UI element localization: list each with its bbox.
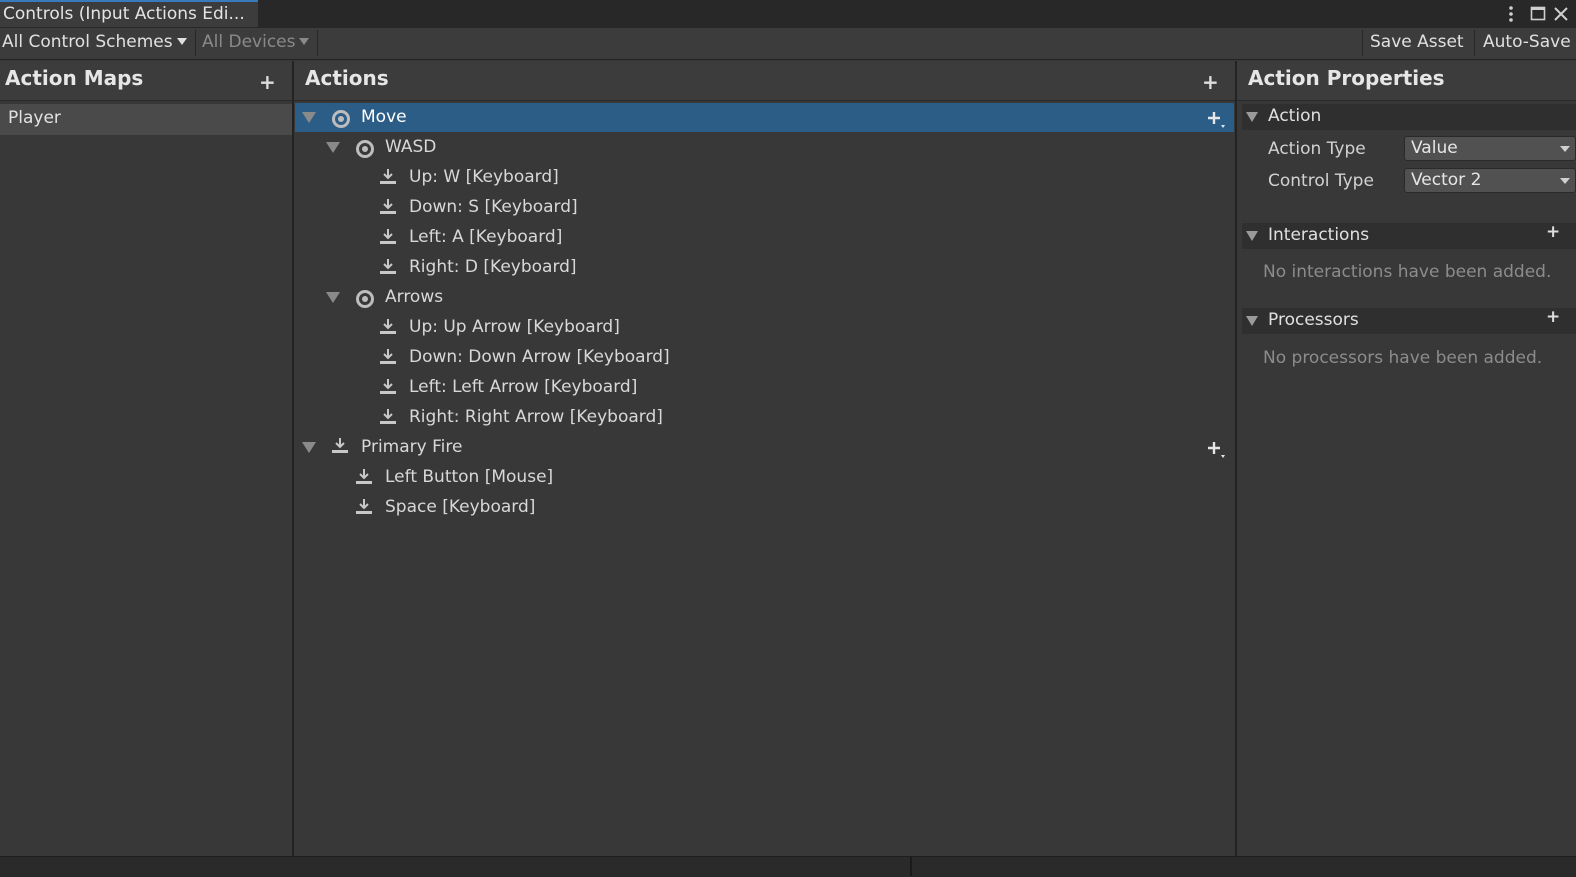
chevron-down-icon bbox=[1560, 146, 1570, 152]
toolbar-divider bbox=[195, 30, 196, 56]
control-type-label: Control Type bbox=[1268, 171, 1374, 191]
add-binding-icon[interactable] bbox=[1207, 109, 1225, 128]
action-maps-title: Action Maps bbox=[5, 66, 144, 90]
devices-label: All Devices bbox=[202, 32, 296, 52]
binding-icon bbox=[380, 319, 396, 334]
actions-header bbox=[294, 61, 1235, 101]
tree-row-label: Space [Keyboard] bbox=[385, 497, 536, 517]
maximize-icon[interactable] bbox=[1529, 3, 1547, 25]
tree-row-label: Left: A [Keyboard] bbox=[409, 227, 563, 247]
kebab-menu-icon[interactable] bbox=[1503, 3, 1519, 25]
processors-empty-message: No processors have been added. bbox=[1263, 348, 1543, 368]
binding-icon bbox=[380, 349, 396, 364]
tree-row-binding[interactable]: Left Button [Mouse] bbox=[295, 462, 1234, 492]
save-asset-button[interactable]: Save Asset bbox=[1370, 28, 1464, 57]
action-type-value: Value bbox=[1411, 138, 1458, 158]
expand-triangle-icon[interactable] bbox=[302, 442, 316, 453]
tree-row-label: Left: Left Arrow [Keyboard] bbox=[409, 377, 638, 397]
toolbar-divider bbox=[317, 30, 318, 56]
panel-divider bbox=[1235, 61, 1237, 856]
binding-icon bbox=[356, 499, 372, 514]
add-action-map-button[interactable]: + bbox=[259, 70, 276, 94]
tree-row-binding[interactable]: Up: Up Arrow [Keyboard] bbox=[295, 312, 1234, 342]
tree-row-binding[interactable]: Left: Left Arrow [Keyboard] bbox=[295, 372, 1234, 402]
control-scheme-label: All Control Schemes bbox=[2, 32, 173, 52]
window-tab[interactable]: Controls (Input Actions Edi... bbox=[0, 0, 258, 27]
tree-row-label: Down: S [Keyboard] bbox=[409, 197, 578, 217]
binding-icon bbox=[380, 169, 396, 184]
add-action-button[interactable]: + bbox=[1202, 70, 1219, 94]
composite-icon bbox=[356, 290, 374, 308]
action-value-icon bbox=[332, 110, 350, 128]
tree-row-binding[interactable]: Left: A [Keyboard] bbox=[295, 222, 1234, 252]
interactions-section-header[interactable]: Interactions + bbox=[1242, 222, 1576, 249]
actions-title: Actions bbox=[305, 66, 389, 90]
action-type-dropdown[interactable]: Value bbox=[1404, 136, 1576, 161]
control-scheme-dropdown[interactable]: All Control Schemes bbox=[2, 28, 187, 57]
chevron-down-icon bbox=[1560, 178, 1570, 184]
tree-row-label: Right: D [Keyboard] bbox=[409, 257, 577, 277]
tree-row-label: Up: W [Keyboard] bbox=[409, 167, 559, 187]
section-label: Interactions bbox=[1268, 225, 1370, 245]
tree-row-action[interactable]: Move bbox=[295, 102, 1234, 132]
tree-row-label: Move bbox=[361, 107, 407, 127]
composite-icon bbox=[356, 140, 374, 158]
properties-title: Action Properties bbox=[1248, 66, 1445, 90]
add-interaction-button[interactable]: + bbox=[1546, 222, 1560, 242]
section-label: Processors bbox=[1268, 310, 1359, 330]
binding-icon bbox=[380, 379, 396, 394]
tree-row-binding[interactable]: Up: W [Keyboard] bbox=[295, 162, 1234, 192]
interactions-empty-message: No interactions have been added. bbox=[1263, 262, 1552, 282]
tree-row-label: Down: Down Arrow [Keyboard] bbox=[409, 347, 670, 367]
chevron-down-icon bbox=[176, 38, 187, 45]
tree-row-binding[interactable]: Space [Keyboard] bbox=[295, 492, 1234, 522]
toolbar-divider bbox=[1474, 30, 1475, 56]
section-label: Action bbox=[1268, 106, 1322, 126]
auto-save-toggle[interactable]: Auto-Save bbox=[1483, 28, 1576, 57]
control-type-dropdown[interactable]: Vector 2 bbox=[1404, 168, 1576, 193]
action-map-label: Player bbox=[8, 108, 61, 128]
add-binding-icon[interactable] bbox=[1207, 439, 1225, 458]
tree-row-label: Up: Up Arrow [Keyboard] bbox=[409, 317, 620, 337]
tree-row-composite[interactable]: Arrows bbox=[295, 282, 1234, 312]
foldout-triangle-icon[interactable] bbox=[1246, 231, 1258, 241]
tree-row-label: Left Button [Mouse] bbox=[385, 467, 554, 487]
status-bar-divider bbox=[910, 857, 912, 876]
action-type-label: Action Type bbox=[1268, 139, 1366, 159]
binding-icon bbox=[380, 409, 396, 424]
tree-row-binding[interactable]: Right: D [Keyboard] bbox=[295, 252, 1234, 282]
status-bar bbox=[0, 856, 1576, 877]
action-section-header[interactable]: Action bbox=[1242, 104, 1576, 130]
foldout-triangle-icon[interactable] bbox=[1246, 316, 1258, 326]
binding-icon bbox=[380, 199, 396, 214]
tree-row-composite[interactable]: WASD bbox=[295, 132, 1234, 162]
expand-triangle-icon[interactable] bbox=[326, 142, 340, 153]
tree-row-binding[interactable]: Down: Down Arrow [Keyboard] bbox=[295, 342, 1234, 372]
button-action-icon bbox=[332, 438, 348, 453]
tree-row-action[interactable]: Primary Fire bbox=[295, 432, 1234, 462]
tree-row-label: Arrows bbox=[385, 287, 444, 307]
add-processor-button[interactable]: + bbox=[1546, 307, 1560, 327]
tree-row-binding[interactable]: Down: S [Keyboard] bbox=[295, 192, 1234, 222]
close-icon[interactable] bbox=[1552, 3, 1570, 25]
tree-row-binding[interactable]: Right: Right Arrow [Keyboard] bbox=[295, 402, 1234, 432]
binding-icon bbox=[356, 469, 372, 484]
chevron-down-icon bbox=[299, 38, 310, 45]
foldout-triangle-icon[interactable] bbox=[1246, 112, 1258, 122]
tree-row-label: Primary Fire bbox=[361, 437, 463, 457]
tree-row-label: WASD bbox=[385, 137, 437, 157]
panel-divider bbox=[292, 61, 294, 856]
processors-section-header[interactable]: Processors + bbox=[1242, 307, 1576, 334]
binding-icon bbox=[380, 259, 396, 274]
binding-icon bbox=[380, 229, 396, 244]
tree-row-label: Right: Right Arrow [Keyboard] bbox=[409, 407, 663, 427]
expand-triangle-icon[interactable] bbox=[302, 112, 316, 123]
control-type-value: Vector 2 bbox=[1411, 170, 1482, 190]
expand-triangle-icon[interactable] bbox=[326, 292, 340, 303]
devices-dropdown[interactable]: All Devices bbox=[202, 28, 310, 57]
toolbar-divider bbox=[1362, 30, 1363, 56]
